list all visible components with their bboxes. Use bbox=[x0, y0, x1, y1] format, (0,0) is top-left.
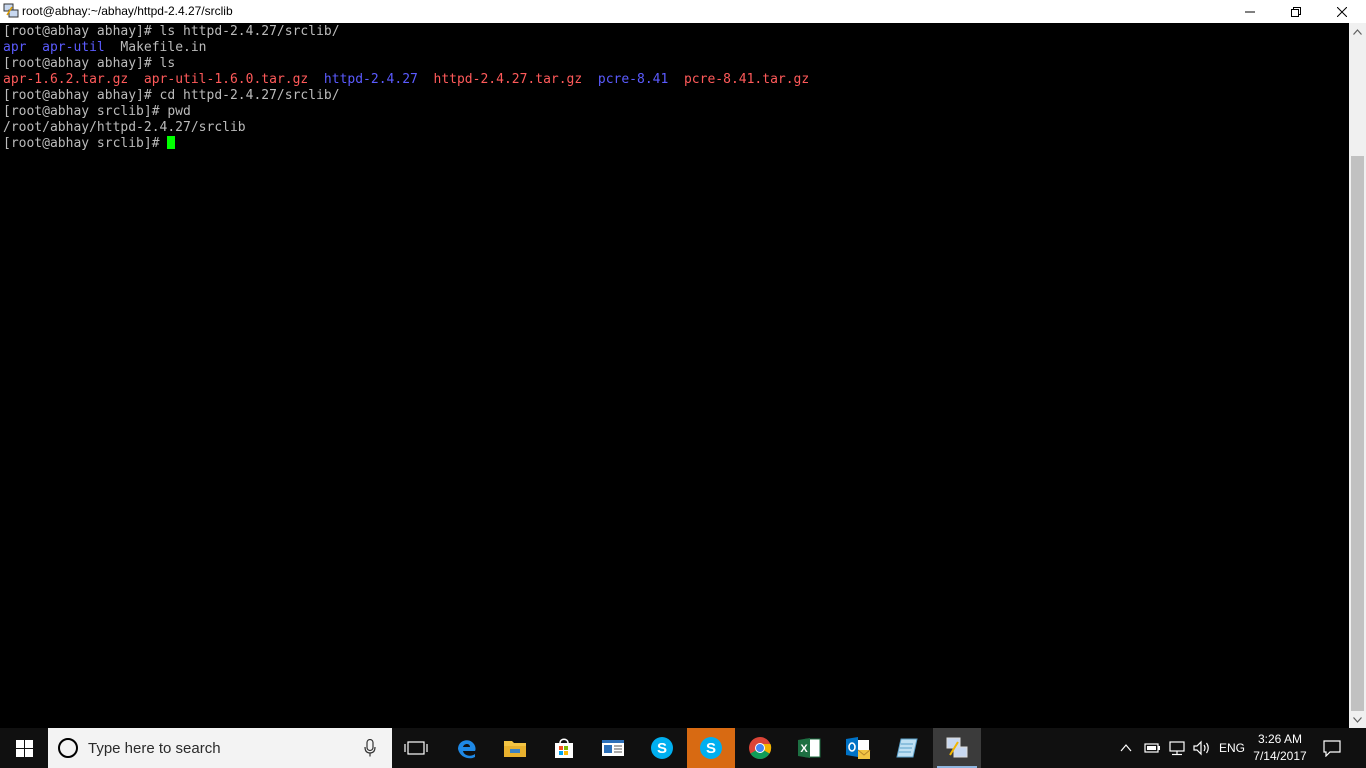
chrome-icon bbox=[749, 737, 772, 759]
terminal-line: apr-1.6.2.tar.gz apr-util-1.6.0.tar.gz h… bbox=[3, 72, 809, 88]
windows-logo-icon bbox=[15, 739, 33, 757]
show-hidden-icons-chevron[interactable] bbox=[1120, 740, 1132, 761]
close-button[interactable] bbox=[1319, 0, 1365, 23]
search-placeholder: Type here to search bbox=[88, 740, 221, 757]
terminal-text: [root@abhay abhay]# cd httpd-2.4.27/srcl… bbox=[3, 88, 340, 103]
restore-button[interactable] bbox=[1273, 0, 1319, 23]
taskbar-app-store[interactable] bbox=[540, 728, 588, 768]
taskbar-app-putty[interactable] bbox=[933, 728, 981, 768]
terminal-filename: apr-1.6.2.tar.gz bbox=[3, 72, 129, 87]
terminal-line: [root@abhay srclib]# bbox=[3, 136, 176, 152]
cortana-search-icon bbox=[57, 737, 79, 764]
terminal-filename: httpd-2.4.27.tar.gz bbox=[433, 72, 583, 87]
input-language-indicator[interactable]: ENG bbox=[1219, 741, 1245, 755]
system-clock[interactable]: 3:26 AM 7/14/2017 bbox=[1250, 731, 1310, 765]
taskbar-app-news[interactable] bbox=[589, 728, 637, 768]
taskbar-app-file-explorer[interactable] bbox=[491, 728, 539, 768]
taskbar: Type here to search S S X ENG 3:26 AM 7/… bbox=[0, 728, 1366, 768]
excel-icon: X bbox=[798, 738, 821, 758]
restore-icon bbox=[1291, 6, 1301, 17]
start-button[interactable] bbox=[0, 728, 48, 768]
terminal-text: /root/abhay/httpd-2.4.27/srclib bbox=[3, 120, 246, 135]
svg-text:S: S bbox=[706, 740, 716, 757]
terminal-line: [root@abhay srclib]# pwd bbox=[3, 104, 191, 120]
battery-icon[interactable] bbox=[1143, 740, 1161, 761]
taskbar-app-skype[interactable]: S bbox=[638, 728, 686, 768]
terminal-filename: apr-util bbox=[42, 40, 105, 55]
terminal-filename: apr bbox=[3, 40, 27, 55]
window-title: root@abhay:~/abhay/httpd-2.4.27/srclib bbox=[22, 4, 233, 18]
terminal-line: /root/abhay/httpd-2.4.27/srclib bbox=[3, 120, 246, 136]
terminal-output[interactable]: [root@abhay abhay]# ls httpd-2.4.27/srcl… bbox=[0, 23, 1349, 728]
skype-icon: S bbox=[651, 737, 673, 759]
taskbar-app-skype-business[interactable]: S bbox=[687, 728, 735, 768]
vertical-scrollbar[interactable] bbox=[1349, 23, 1366, 728]
taskbar-app-excel[interactable]: X bbox=[785, 728, 833, 768]
chevron-down-icon bbox=[1353, 716, 1362, 723]
svg-text:X: X bbox=[800, 743, 808, 755]
taskbar-app-outlook[interactable] bbox=[834, 728, 882, 768]
terminal-text: [root@abhay srclib]# bbox=[3, 136, 168, 151]
search-box[interactable]: Type here to search bbox=[48, 728, 392, 768]
scroll-down-button[interactable] bbox=[1349, 711, 1366, 728]
terminal-line: [root@abhay abhay]# ls bbox=[3, 56, 175, 72]
terminal-text: [root@abhay abhay]# ls bbox=[3, 56, 176, 71]
taskbar-app-notepad[interactable] bbox=[883, 728, 931, 768]
microphone-icon[interactable] bbox=[364, 738, 376, 762]
close-icon bbox=[1337, 6, 1347, 17]
terminal-line: apr apr-util Makefile.in bbox=[3, 40, 207, 56]
minimize-button[interactable] bbox=[1227, 0, 1273, 23]
terminal-text: [root@abhay srclib]# pwd bbox=[3, 104, 191, 119]
task-view-icon bbox=[404, 741, 428, 755]
clock-time: 3:26 AM bbox=[1257, 732, 1303, 746]
task-view-button[interactable] bbox=[392, 728, 440, 768]
terminal-line: [root@abhay abhay]# cd httpd-2.4.27/srcl… bbox=[3, 88, 340, 104]
terminal-filename: httpd-2.4.27 bbox=[323, 72, 418, 87]
store-icon bbox=[555, 738, 573, 758]
putty-icon[interactable] bbox=[3, 3, 19, 19]
taskbar-app-chrome[interactable] bbox=[736, 728, 784, 768]
file-explorer-icon bbox=[504, 741, 526, 757]
network-icon[interactable] bbox=[1167, 740, 1187, 761]
terminal-filename: apr-util-1.6.0.tar.gz bbox=[143, 72, 309, 87]
volume-icon[interactable] bbox=[1192, 740, 1212, 761]
terminal-filename: pcre-8.41.tar.gz bbox=[683, 72, 810, 87]
news-icon bbox=[602, 740, 624, 756]
notepad-icon bbox=[896, 738, 918, 758]
minimize-icon bbox=[1245, 11, 1255, 12]
terminal-filename: pcre-8.41 bbox=[597, 72, 669, 87]
taskbar-app-edge[interactable] bbox=[443, 728, 491, 768]
putty-icon bbox=[946, 737, 968, 758]
scroll-thumb[interactable] bbox=[1351, 156, 1364, 711]
action-center-icon[interactable] bbox=[1322, 739, 1342, 762]
terminal-text: [root@abhay abhay]# ls httpd-2.4.27/srcl… bbox=[3, 24, 340, 39]
skype-business-icon: S bbox=[700, 737, 722, 759]
terminal-line: [root@abhay abhay]# ls httpd-2.4.27/srcl… bbox=[3, 24, 340, 40]
outlook-icon bbox=[846, 737, 871, 759]
terminal-cursor bbox=[167, 136, 176, 149]
terminal-text: Makefile.in bbox=[104, 40, 207, 55]
scroll-up-button[interactable] bbox=[1349, 23, 1366, 40]
clock-date: 7/14/2017 bbox=[1253, 749, 1307, 763]
edge-icon bbox=[458, 740, 476, 759]
window-title-bar[interactable]: root@abhay:~/abhay/httpd-2.4.27/srclib bbox=[0, 0, 1366, 23]
svg-text:S: S bbox=[657, 740, 667, 757]
chevron-up-icon bbox=[1353, 28, 1362, 35]
